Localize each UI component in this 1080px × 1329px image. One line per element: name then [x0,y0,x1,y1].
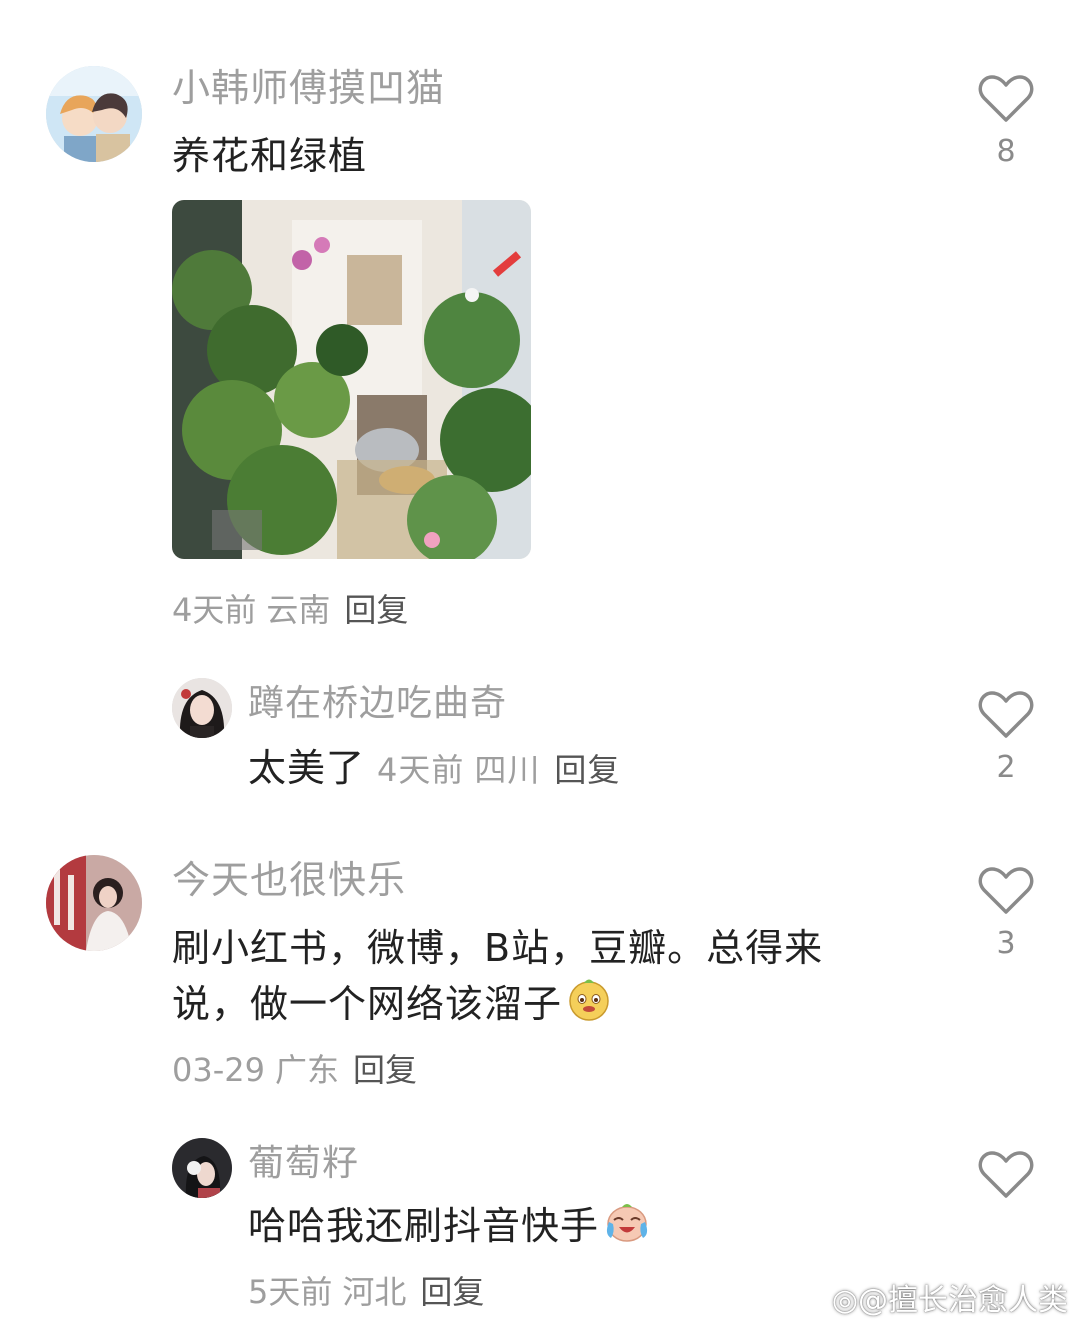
comment-text: 刷小红书，微博，B站，豆瓣。总得来 说，做一个网络该溜子 [172,920,892,1037]
comment-location: 云南 [266,591,331,629]
comment-text: 哈哈我还刷抖音快手 [248,1204,600,1248]
comment-text: 太美了 [248,746,366,790]
weibo-logo-icon: ◎ [831,1283,858,1318]
avatar[interactable] [46,66,142,162]
comment-meta: 03-29 广东 回复 [172,1050,417,1090]
like-button[interactable]: 2 [974,690,1038,785]
comment-text: 养花和绿植 [172,134,368,178]
comment-time: 4天前 [377,751,465,789]
username[interactable]: 葡萄籽 [248,1142,359,1186]
comment-image[interactable] [172,200,531,559]
comment-meta: 5天前 河北 回复 [248,1272,484,1312]
anime-boys-avatar-icon [46,66,142,162]
avatar[interactable] [172,678,232,738]
comment-meta: 4天前 云南 回复 [172,590,408,630]
laugh-cry-emoji-icon [603,1198,651,1259]
watermark-text: @擅长治愈人类 [858,1283,1068,1318]
comment-meta: 4天前 四川 回复 [377,751,620,789]
comment-location: 四川 [474,751,541,789]
girl-photo-avatar-icon [46,855,142,951]
heart-icon [978,867,1034,914]
like-count: 8 [996,134,1016,169]
like-button[interactable] [974,1150,1038,1210]
smirk-face-emoji-icon [566,976,612,1037]
like-count: 3 [996,926,1016,961]
girl-portrait-avatar-icon [172,678,232,738]
comment-text-line-2: 说，做一个网络该溜子 [172,976,892,1037]
comment-text-line: 说，做一个网络该溜子 [172,982,563,1026]
balcony-plants-photo-icon [172,200,531,559]
comment-time: 4天前 [172,591,257,629]
username[interactable]: 今天也很快乐 [172,858,406,902]
like-button[interactable]: 8 [974,74,1038,169]
heart-icon [978,1151,1034,1198]
reply-button[interactable]: 回复 [344,591,408,629]
comment-time: 5天前 [248,1273,333,1311]
avatar[interactable] [46,855,142,951]
comment-time: 03-29 [172,1051,265,1089]
comment-text-row: 哈哈我还刷抖音快手 [248,1198,651,1259]
reply-button[interactable]: 回复 [554,751,620,789]
heart-icon [978,691,1034,738]
like-button[interactable]: 3 [974,866,1038,961]
girl-headphones-avatar-icon [172,1138,232,1198]
reply-button[interactable]: 回复 [420,1273,484,1311]
avatar[interactable] [172,1138,232,1198]
comment-text-line: 刷小红书，微博，B站，豆瓣。总得来 [172,926,824,970]
like-count: 2 [996,750,1016,785]
comment-location: 河北 [342,1273,407,1311]
comment-text-row: 太美了 4天前 四川 回复 [248,740,620,798]
watermark: ◎@擅长治愈人类 [832,1275,1068,1319]
reply-button[interactable]: 回复 [353,1051,417,1089]
comment-location: 广东 [274,1051,339,1089]
heart-icon [978,75,1034,122]
username[interactable]: 蹲在桥边吃曲奇 [248,682,507,726]
username[interactable]: 小韩师傅摸凹猫 [172,66,445,110]
